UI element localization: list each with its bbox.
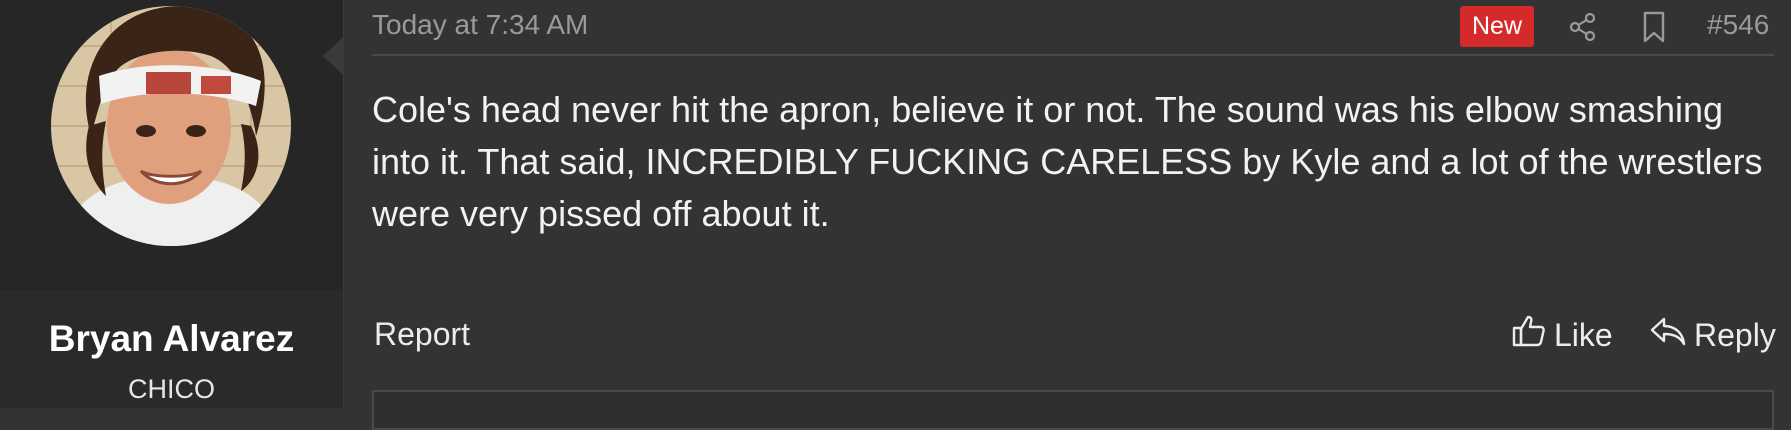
new-badge: New [1460, 6, 1534, 47]
post-timestamp[interactable]: Today at 7:34 AM [372, 9, 588, 41]
reply-icon [1650, 315, 1686, 355]
share-icon[interactable] [1568, 12, 1598, 47]
username[interactable]: Bryan Alvarez [0, 318, 343, 360]
report-link[interactable]: Report [374, 316, 470, 353]
message-arrow [323, 36, 344, 76]
message-attribution: Today at 7:34 AM New #546 [372, 0, 1774, 56]
avatar-band [0, 0, 343, 290]
reply-button[interactable]: Reply [1650, 314, 1776, 356]
user-cell: Bryan Alvarez CHICO [0, 0, 344, 408]
bookmark-icon[interactable] [1641, 11, 1667, 48]
like-label: Like [1554, 316, 1613, 353]
thumbs-up-icon [1512, 314, 1546, 356]
user-title: CHICO [128, 374, 215, 404]
next-post-frame [372, 390, 1774, 430]
message-body: Cole's head never hit the apron, believe… [372, 89, 1763, 234]
like-button[interactable]: Like [1512, 314, 1613, 356]
avatar[interactable] [51, 6, 291, 246]
post-number[interactable]: #546 [1707, 9, 1769, 41]
reply-label: Reply [1694, 316, 1776, 353]
